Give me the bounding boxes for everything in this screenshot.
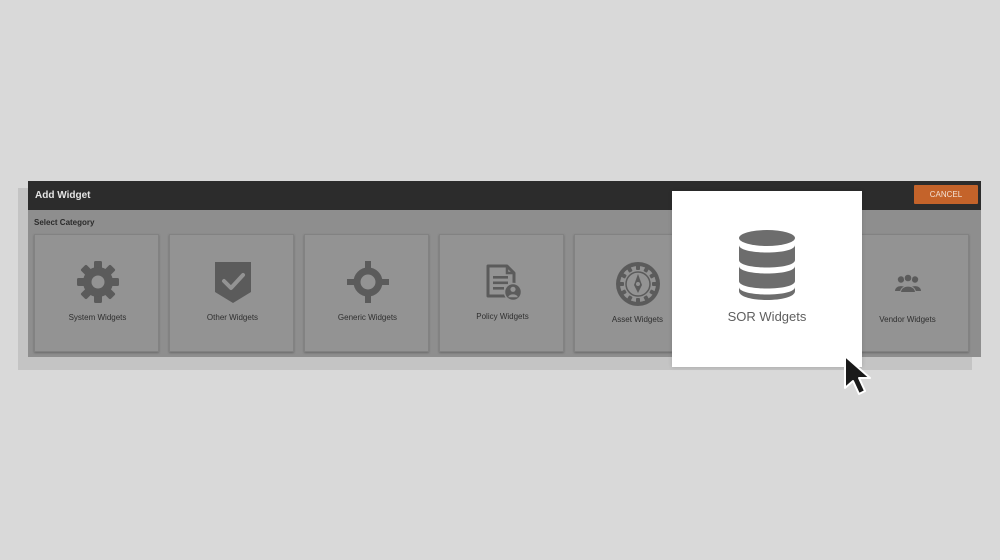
tile-label: Vendor Widgets — [879, 315, 936, 324]
gear-icon — [35, 260, 160, 304]
users-icon — [845, 273, 970, 293]
tile-generic-widgets[interactable]: Generic Widgets — [304, 234, 429, 352]
tile-label: SOR Widgets — [727, 309, 807, 324]
tile-policy-widgets[interactable]: Policy Widgets — [439, 234, 564, 352]
tile-system-widgets[interactable]: System Widgets — [34, 234, 159, 352]
dialog-title: Add Widget — [35, 190, 91, 201]
tile-label: Generic Widgets — [337, 313, 398, 322]
tile-sor-widgets[interactable]: SOR Widgets — [672, 191, 862, 367]
document-user-icon — [440, 262, 565, 302]
tile-label: System Widgets — [68, 313, 127, 322]
select-category-label: Select Category — [34, 218, 95, 227]
database-icon — [672, 229, 862, 301]
tile-other-widgets[interactable]: Other Widgets — [169, 234, 294, 352]
crosshair-icon — [305, 260, 430, 304]
shield-check-icon — [170, 259, 295, 305]
cancel-button[interactable]: CANCEL — [914, 185, 978, 204]
mouse-pointer-icon — [842, 354, 882, 401]
tile-label: Policy Widgets — [476, 312, 529, 321]
tile-label: Other Widgets — [206, 313, 259, 322]
tile-vendor-widgets[interactable]: Vendor Widgets — [844, 234, 969, 352]
